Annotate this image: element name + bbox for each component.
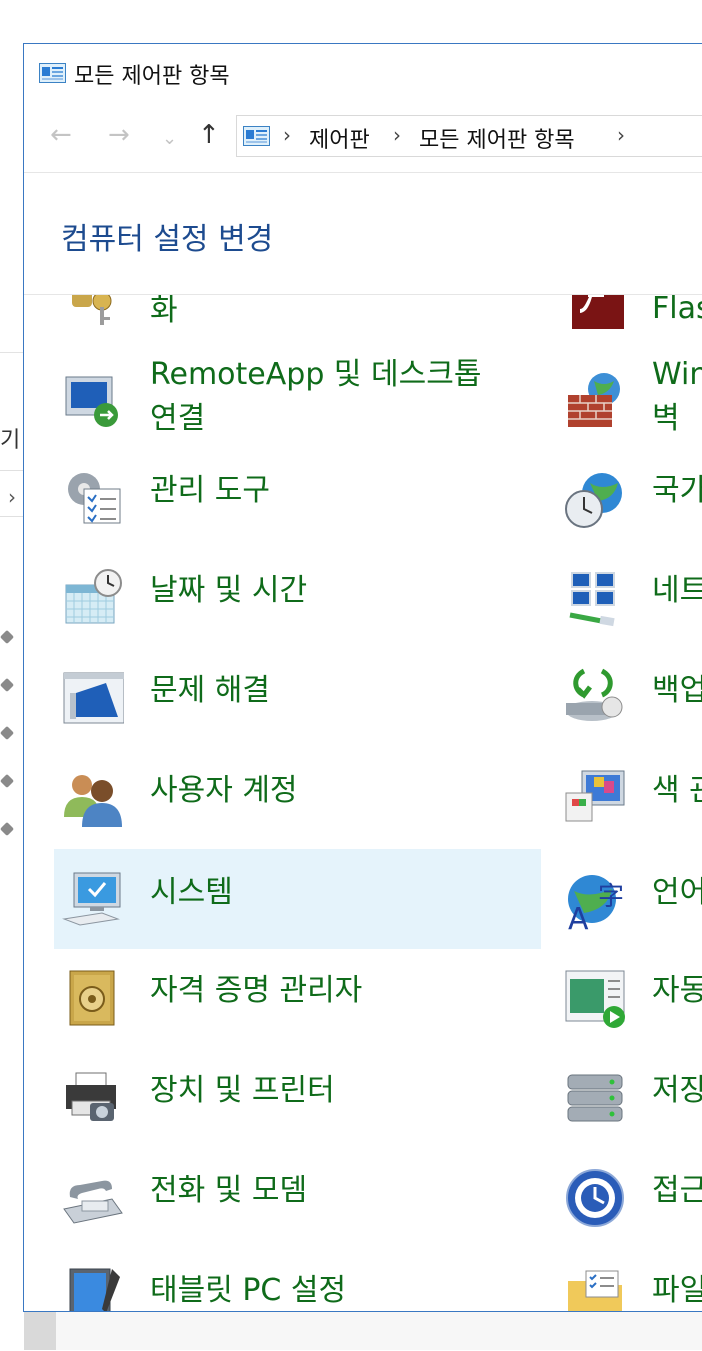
item-label: 언어	[652, 875, 702, 910]
item-label: 시스템	[150, 875, 233, 910]
item-tablet-pc[interactable]: 태블릿 PC 설정	[54, 1247, 541, 1311]
svg-text:字: 字	[598, 882, 624, 912]
item-label: 사용자 계정	[150, 773, 298, 808]
address-bar[interactable]: › 제어판 › 모든 제어판 항목 ›	[236, 115, 702, 157]
item-date-time[interactable]: 날짜 및 시간	[54, 547, 541, 647]
item-label: 저장	[652, 1073, 702, 1108]
item-label: 백업	[652, 673, 702, 708]
tablet-pc-icon	[69, 1268, 120, 1311]
background-scrollbar[interactable]	[24, 1312, 56, 1350]
item-label-line2: 벽	[652, 401, 680, 436]
item-troubleshooting[interactable]: 문제 해결	[54, 647, 541, 747]
background-chevron-icon: ›	[8, 485, 16, 509]
item-label-line2: 연결	[150, 401, 206, 436]
item-ease-of-access[interactable]: 접근	[556, 1147, 702, 1247]
background-divider	[0, 516, 24, 517]
item-label: 날짜 및 시간	[150, 573, 308, 608]
back-arrow-icon[interactable]: ←	[50, 120, 72, 150]
item-firewall[interactable]: Win 벽	[556, 349, 702, 449]
item-devices-printers[interactable]: 장치 및 프린터	[54, 1047, 541, 1147]
credential-keys-icon	[72, 295, 112, 325]
item-phone-modem[interactable]: 전화 및 모뎀	[54, 1147, 541, 1247]
item-label: 관리 도구	[150, 473, 270, 508]
autoplay-icon	[565, 970, 625, 1028]
item-network[interactable]: 네트	[556, 547, 702, 647]
firewall-icon	[568, 373, 620, 427]
item-label: Flas	[652, 295, 702, 326]
item-label: RemoteApp 및 데스크톱	[150, 357, 482, 392]
up-arrow-icon[interactable]: ↑	[198, 120, 220, 150]
item-file-explorer-options[interactable]: 파일	[556, 1247, 702, 1311]
item-label: 네트	[652, 573, 702, 608]
item-credential-manager[interactable]: 자격 증명 관리자	[54, 947, 541, 1047]
item-label: 자격 증명 관리자	[150, 973, 363, 1008]
item-autoplay[interactable]: 자동	[556, 947, 702, 1047]
item-label: 자동	[652, 973, 702, 1008]
devices-printers-icon	[66, 1072, 116, 1121]
item-label: Win	[652, 357, 702, 392]
flash-player-icon	[572, 295, 624, 329]
item-region[interactable]: 국가	[556, 447, 702, 547]
item-partial-top[interactable]: 화	[54, 295, 541, 347]
item-user-accounts[interactable]: 사용자 계정	[54, 747, 541, 847]
item-flash[interactable]: Flas	[556, 295, 702, 347]
background-divider	[0, 470, 24, 471]
control-panel-icon	[39, 63, 66, 83]
control-panel-window: 모든 제어판 항목 ← → ⌄ ↑ › 제어판 › 모든 제어판 항목 › 컴퓨…	[23, 43, 702, 1312]
navigation-bar: ← → ⌄ ↑ › 제어판 › 모든 제어판 항목 ›	[24, 102, 702, 172]
forward-arrow-icon[interactable]: →	[108, 120, 130, 150]
remote-desktop-icon	[65, 376, 118, 427]
date-time-icon	[65, 569, 122, 624]
item-admin-tools[interactable]: 관리 도구	[54, 447, 541, 547]
item-language[interactable]: 字 A 언어	[556, 849, 702, 949]
window-title: 모든 제어판 항목	[74, 64, 230, 89]
user-accounts-icon	[64, 775, 122, 827]
item-backup[interactable]: 백업	[556, 647, 702, 747]
item-label: 색 관	[652, 773, 702, 808]
storage-spaces-icon	[567, 1074, 623, 1122]
item-label: 장치 및 프린터	[150, 1073, 335, 1108]
item-label: 접근	[652, 1173, 702, 1208]
item-label: 파일	[652, 1273, 702, 1308]
item-label: 국가	[652, 473, 702, 508]
folder-options-icon	[568, 1270, 622, 1311]
item-label: 문제 해결	[150, 673, 270, 708]
phone-modem-icon	[63, 1180, 123, 1224]
credential-vault-icon	[69, 970, 115, 1026]
breadcrumb-control-panel[interactable]: 제어판	[309, 122, 370, 154]
system-computer-icon	[62, 872, 121, 926]
troubleshooting-icon	[63, 672, 124, 724]
item-label: 전화 및 모뎀	[150, 1173, 308, 1208]
network-center-icon	[569, 572, 615, 627]
page-title: 컴퓨터 설정 변경	[61, 222, 274, 257]
item-label: 태블릿 PC 설정	[150, 1273, 347, 1308]
divider	[24, 172, 702, 173]
background-window-bottom	[24, 1312, 702, 1350]
item-color-management[interactable]: 색 관	[556, 747, 702, 847]
item-label: 화	[150, 295, 178, 328]
language-icon: 字 A	[568, 875, 624, 931]
background-window-text: 기	[0, 428, 21, 453]
backup-restore-icon	[566, 668, 623, 721]
svg-text:A: A	[568, 902, 589, 931]
control-panel-icon	[243, 126, 270, 146]
recent-locations-chevron-icon[interactable]: ⌄	[162, 124, 177, 154]
breadcrumb-all-items[interactable]: 모든 제어판 항목	[419, 122, 575, 154]
breadcrumb-separator-icon[interactable]: ›	[617, 123, 625, 147]
region-clock-globe-icon	[565, 473, 622, 528]
item-storage-spaces[interactable]: 저장	[556, 1047, 702, 1147]
breadcrumb-separator-icon[interactable]: ›	[393, 123, 401, 147]
title-bar[interactable]: 모든 제어판 항목	[24, 44, 702, 102]
breadcrumb-separator-icon[interactable]: ›	[283, 123, 291, 147]
admin-tools-icon	[68, 473, 121, 524]
item-system[interactable]: 시스템	[54, 849, 541, 949]
item-remoteapp[interactable]: RemoteApp 및 데스크톱 연결	[54, 349, 541, 449]
color-management-icon	[565, 770, 625, 822]
items-grid: 화 Flas RemoteApp 및 데스크톱 연결	[24, 295, 702, 1311]
ease-of-access-icon	[566, 1169, 624, 1227]
